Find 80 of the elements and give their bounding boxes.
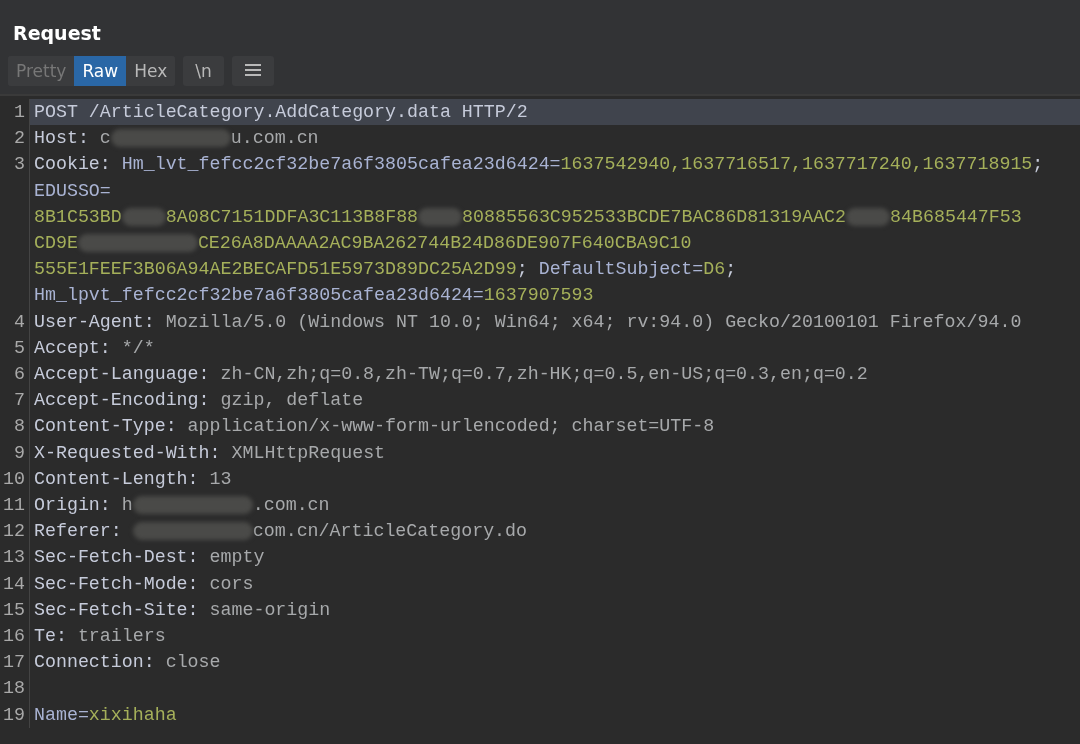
code-text: ;: [516, 259, 529, 280]
code-text: 80885563C952533BCDE7BAC86D81319AAC2: [462, 206, 847, 227]
code-text: Accept:: [34, 337, 112, 358]
code-text: 8B1C53BD: [34, 206, 122, 227]
code-text: 8A08C7151DDFA3C113B8F88: [165, 206, 419, 227]
line-number: 13: [3, 547, 25, 568]
code-text: Accept-Encoding:: [34, 390, 211, 411]
code-text: com.cn/ArticleCategory.do: [252, 521, 527, 542]
line-number: 7: [14, 390, 25, 411]
code-text: 1637907593: [483, 285, 594, 306]
menu-button[interactable]: [231, 56, 274, 86]
code-text: c: [99, 128, 111, 149]
code-text: EDUSSO=: [34, 180, 111, 201]
code-text: h: [121, 495, 133, 516]
line-number: 5: [14, 337, 25, 358]
code-text: ;: [1032, 154, 1044, 175]
code-text: .com.cn: [252, 495, 330, 516]
code-text: trailers: [77, 626, 166, 647]
newline-toggle[interactable]: \n: [183, 56, 224, 86]
code-text: Mozilla/5.0 (Windows NT 10.0; Win64; x64; rv:94.0) Gecko/20100101 Firefox/94.0: [165, 311, 1022, 332]
line-number: 11: [3, 495, 25, 516]
code-text: 84B685447F53: [890, 206, 1022, 227]
code-text: Name=: [34, 704, 89, 725]
code-text: Cookie:: [34, 154, 112, 175]
code-text: Content-Type:: [34, 416, 178, 437]
redaction-smudge: [846, 208, 891, 226]
code-text: Referer:: [34, 521, 123, 542]
code-text: close: [165, 652, 221, 673]
line-number: 15: [3, 599, 25, 620]
line-number: 3: [14, 154, 25, 175]
code-text: empty: [209, 547, 265, 568]
code-text: CE26A8DAAAA2AC9BA262744B24D86DE907F640CBA9C10: [197, 233, 692, 253]
code-text: xixihaha: [88, 704, 177, 725]
code-text: gzip, deflate: [220, 390, 364, 411]
code-text: 1637542940,1637716517,1637717240,1637718915: [560, 154, 1033, 175]
code-text: Origin:: [34, 495, 112, 516]
line-number: 19: [3, 704, 25, 725]
code-text: */*: [121, 337, 155, 358]
code-text: CD9E: [34, 233, 78, 253]
redaction-smudge: [418, 208, 463, 226]
code-text: X-Requested-With:: [34, 442, 222, 463]
line-number: 6: [14, 364, 25, 385]
code-text: DefaultSubject=: [538, 259, 704, 280]
code-text: application/x-www-form-urlencoded; charset=UTF-8: [187, 416, 715, 437]
code-text: Hm_lvt_fefcc2cf32be7a6f3805cafea23d6424=: [121, 154, 561, 175]
redaction-smudge: [121, 208, 166, 226]
line-number: 12: [3, 521, 25, 542]
code-text: Te:: [34, 626, 68, 647]
code-text: u.com.cn: [230, 128, 319, 149]
code-text: 13: [209, 468, 232, 489]
line-number: 14: [3, 573, 25, 594]
code-text: User-Agent:: [34, 311, 156, 332]
code-text: cors: [209, 573, 254, 594]
code-text: Sec-Fetch-Dest:: [34, 547, 200, 568]
line-number: 9: [14, 442, 25, 463]
code-text: ;: [725, 259, 737, 280]
line-number: 18: [3, 678, 25, 699]
line-number: 16: [3, 626, 25, 647]
line-number: 2: [14, 128, 25, 149]
code-text: zh-CN,zh;q=0.8,zh-TW;q=0.7,zh-HK;q=0.5,en-US;q=0.3,en;q=0.2: [220, 364, 868, 385]
code-text: 555E1FEEF3B06A94AE2BECAFD51E5973D89DC25A2D99: [34, 259, 517, 280]
view-tab[interactable]: Raw: [74, 56, 127, 86]
line-number: 10: [3, 468, 25, 489]
line-number: 1: [14, 102, 25, 122]
code-text: same-origin: [209, 599, 331, 620]
code-text: D6: [703, 259, 726, 280]
line-number: 8: [14, 416, 25, 437]
code-text: Connection:: [34, 652, 156, 673]
menu-icon: [243, 63, 262, 77]
code-text: Accept-Language:: [34, 364, 211, 385]
code-text: Sec-Fetch-Mode:: [34, 573, 200, 594]
code-text: Hm_lpvt_fefcc2cf32be7a6f3805cafea23d6424=: [34, 285, 484, 306]
panel-title: Request: [12, 22, 102, 44]
line-number: 4: [14, 311, 25, 332]
code-text: Content-Length:: [34, 468, 200, 489]
code-text: XMLHttpRequest: [231, 442, 386, 463]
code-text: Host:: [34, 128, 90, 149]
line-number: 17: [3, 652, 25, 673]
code-text: Sec-Fetch-Site:: [34, 599, 200, 620]
code-text: POST /ArticleCategory.AddCategory.data HTTP/2: [34, 102, 528, 122]
